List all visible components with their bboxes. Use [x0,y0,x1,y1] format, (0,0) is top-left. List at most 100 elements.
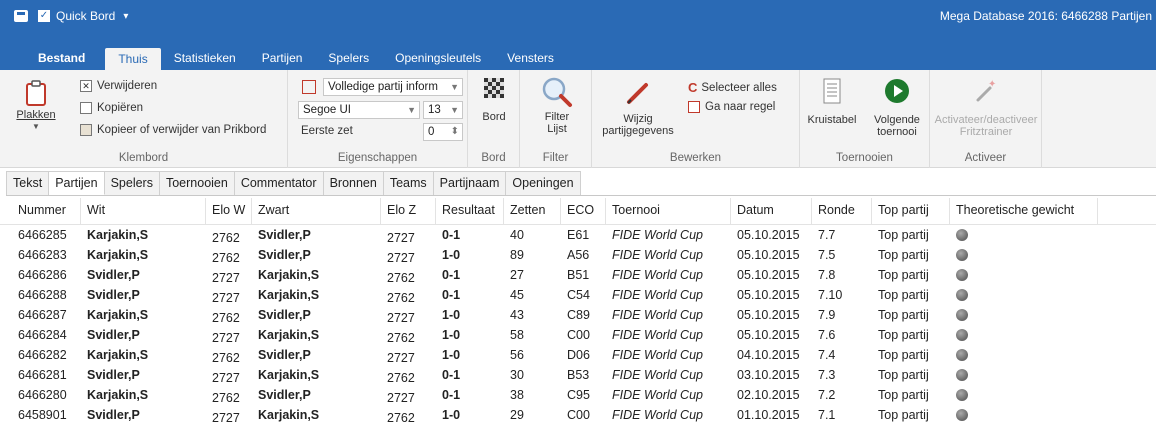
tab-openingsleutels[interactable]: Openingsleutels [382,46,494,70]
table-row[interactable]: 6466282 Karjakin,S 2762 Svidler,P 2727 1-0 56 D… [0,345,1156,365]
column-header-wit[interactable]: Wit [81,198,206,225]
tab-thuis[interactable]: Thuis [105,48,161,70]
fritztrainer-label-1: Activateer/deactiveer [934,114,1038,126]
goto-line-button[interactable]: Ga naar regel [688,101,775,113]
theory-weight-cell [950,325,1098,345]
tab-partijen[interactable]: Partijen [249,46,316,70]
column-header-nummer[interactable]: Nummer [12,198,81,225]
cell-top-partij: Top partij [878,388,929,402]
size-select[interactable]: 13 ▼ [423,101,463,119]
activeer-group-label: Activeer [964,152,1007,164]
table-row[interactable]: 6466285 Karjakin,S 2762 Svidler,P 2727 0-1 40 E… [0,225,1156,245]
table-row[interactable]: 6466286 Svidler,P 2727 Karjakin,S 2762 0-1 27 B… [0,265,1156,285]
paste-chevron-icon[interactable]: ▼ [14,121,58,133]
delete-button[interactable]: ✕ Verwijderen [80,80,157,92]
cell-ronde: 7.4 [818,348,836,362]
fritztrainer-toggle-button[interactable]: ✦ Activateer/deactiveer Fritztrainer [932,78,1040,138]
cell-nummer: 6466287 [18,308,67,322]
table-row[interactable]: 6466281 Svidler,P 2727 Karjakin,S 2762 0-1 30 B… [0,365,1156,385]
edit-game-data-button[interactable]: Wijzig partijgegevens [598,80,678,137]
view-tab-commentator[interactable]: Commentator [234,171,324,195]
info-select[interactable]: Volledige partij inform ▼ [323,78,463,96]
theory-weight-cell [950,365,1098,385]
crosstable-button[interactable]: Kruistabel [802,78,862,126]
cell-nummer: 6466281 [18,368,67,382]
cell-zwart: Svidler,P [258,348,311,362]
column-header-datum[interactable]: Datum [731,198,812,225]
column-header-zwart[interactable]: Zwart [252,198,381,225]
customize-toolbar-chevron-icon[interactable]: ▾ [123,11,128,22]
theory-weight-dot-icon [956,269,968,281]
view-tab-openingen[interactable]: Openingen [506,171,581,195]
cell-eco: E61 [567,228,590,242]
first-move-stepper[interactable]: 0 ⬍ [423,123,463,141]
column-header-eloz[interactable]: Elo Z [381,198,436,225]
paste-button[interactable]: Plakken ▼ [14,80,58,133]
table-row[interactable]: 6466284 Svidler,P 2727 Karjakin,S 2762 1-0 58 C… [0,325,1156,345]
tab-spelers[interactable]: Spelers [315,46,382,70]
clipboard-board-button[interactable]: Kopieer of verwijder van Prikbord [80,124,266,136]
cell-ronde: 7.8 [818,268,836,282]
cell-elow: 2727 [212,411,240,423]
column-header-elow[interactable]: Elo W [206,198,252,225]
bord-group-label: Bord [481,152,506,164]
column-header-theoretische-gewicht[interactable]: Theoretische gewicht [950,198,1098,225]
svg-text:✦: ✦ [988,79,996,90]
cell-zetten: 58 [510,328,524,342]
cell-eco: C95 [567,388,590,402]
column-header-resultaat[interactable]: Resultaat [436,198,504,225]
view-tab-teams[interactable]: Teams [383,171,434,195]
view-tab-tekst[interactable]: Tekst [6,171,50,195]
ribbon: Plakken ▼ ✕ Verwijderen Kopiëren Kopieer… [0,70,1156,168]
next-tournament-button[interactable]: Volgende toernooi [868,78,926,138]
board-button[interactable]: Bord [472,78,516,123]
cell-zetten: 29 [510,408,524,422]
stepper-icon[interactable]: ⬍ [451,124,459,140]
tab-bestand[interactable]: Bestand [0,46,105,70]
print-icon[interactable] [14,10,28,22]
view-tab-spelers[interactable]: Spelers [104,171,160,195]
theory-weight-dot-icon [956,289,968,301]
table-row[interactable]: 6466283 Karjakin,S 2762 Svidler,P 2727 1-0 89 A… [0,245,1156,265]
cell-zwart: Karjakin,S [258,288,320,302]
cell-resultaat: 1-0 [442,348,461,362]
cell-nummer: 6466284 [18,328,67,342]
cell-toernooi: FIDE World Cup [612,308,703,322]
cell-zwart: Karjakin,S [258,268,320,282]
table-row[interactable]: 6466288 Svidler,P 2727 Karjakin,S 2762 0-1 45 C… [0,285,1156,305]
cell-zetten: 30 [510,368,524,382]
table-row[interactable]: 6466287 Karjakin,S 2762 Svidler,P 2727 1-0 43 C… [0,305,1156,325]
view-tab-bronnen[interactable]: Bronnen [323,171,384,195]
cell-resultaat: 0-1 [442,268,461,282]
tab-vensters[interactable]: Vensters [494,46,567,70]
cell-toernooi: FIDE World Cup [612,408,703,422]
tab-statistieken[interactable]: Statistieken [161,46,249,70]
view-tabs: Tekst Partijen Spelers Toernooien Commen… [6,171,1156,196]
view-tab-partijnaam[interactable]: Partijnaam [433,171,507,195]
app-title: Mega Database 2016: 6466288 Partijen [939,9,1152,23]
cell-top-partij: Top partij [878,248,929,262]
column-header-eco[interactable]: ECO [561,198,606,225]
cell-zwart: Karjakin,S [258,368,320,382]
checkbox-icon[interactable]: ✓ [38,10,50,22]
view-tab-partijen[interactable]: Partijen [49,171,105,195]
cell-wit: Svidler,P [87,268,140,282]
column-header-ronde[interactable]: Ronde [812,198,872,225]
view-tab-toernooien[interactable]: Toernooien [159,171,235,195]
cell-eco: C54 [567,288,590,302]
select-all-button[interactable]: C Selecteer alles [688,80,777,95]
copy-button[interactable]: Kopiëren [80,102,143,114]
magnifier-icon [542,77,572,107]
filter-list-button[interactable]: Filter Lijst [532,76,582,135]
column-header-zetten[interactable]: Zetten [504,198,561,225]
column-header-toernooi[interactable]: Toernooi [606,198,731,225]
table-row[interactable]: 6466280 Karjakin,S 2762 Svidler,P 2727 0-1 38 C… [0,385,1156,405]
quick-board-label[interactable]: Quick Bord [56,9,115,23]
theory-weight-cell [950,385,1098,405]
group-eigenschappen: Volledige partij inform ▼ Segoe UI ▼ 13 … [288,70,468,168]
eigenschappen-group-label: Eigenschappen [337,152,418,164]
cell-resultaat: 0-1 [442,228,461,242]
table-row[interactable]: 6458901 Svidler,P 2727 Karjakin,S 2762 1-0 29 C… [0,405,1156,423]
font-select[interactable]: Segoe UI ▼ [298,101,420,119]
column-header-top-partij[interactable]: Top partij [872,198,950,225]
